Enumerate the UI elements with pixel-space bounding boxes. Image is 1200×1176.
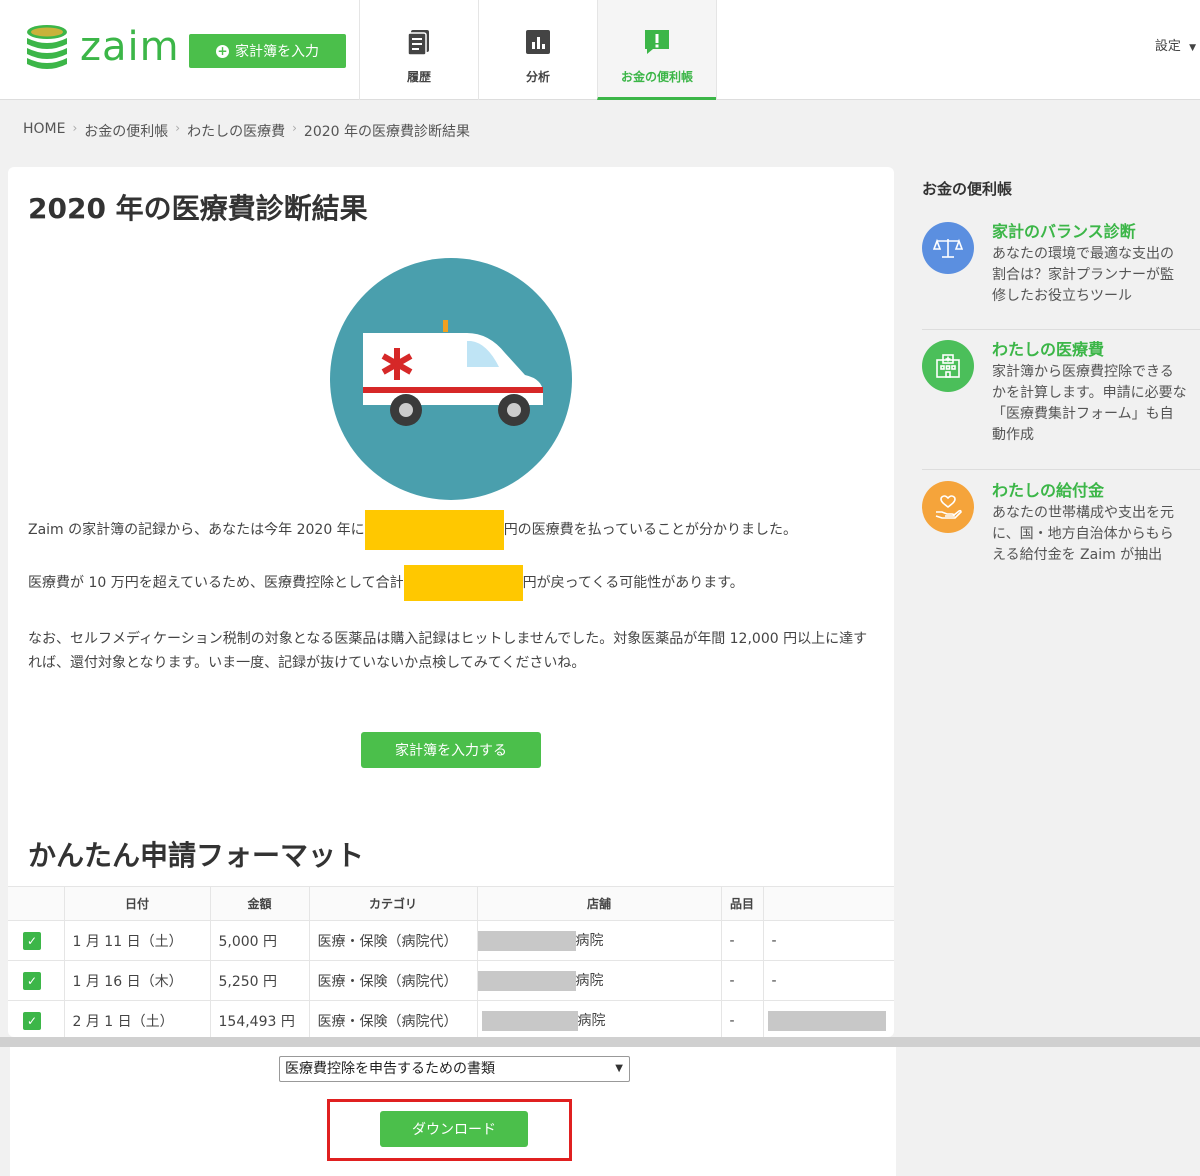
breadcrumb-home[interactable]: HOME	[23, 121, 65, 141]
settings-menu[interactable]: 設定 ▼	[1155, 35, 1196, 54]
table-row: ✓ 2 月 1 日（土） 154,493 円 医療・保険（病院代） 病院 -	[8, 1000, 894, 1037]
row-memo	[762, 1000, 894, 1037]
download-button[interactable]: ダウンロード	[380, 1111, 528, 1147]
redacted-store	[477, 971, 576, 991]
row-memo: -	[762, 960, 894, 1001]
sidebar-divider	[922, 329, 1200, 330]
zaim-logo[interactable]: zaim	[22, 22, 180, 72]
row-date: 2 月 1 日（土）	[63, 1000, 210, 1037]
header-store: 店舗	[476, 886, 721, 921]
document-type-value: 医療費控除を申告するための書類	[285, 1061, 495, 1077]
input-household-button[interactable]: + 家計簿を入力	[189, 34, 346, 68]
header-category: カテゴリ	[308, 886, 477, 921]
sidebar-item-benefits-desc: あなたの世帯構成や支出を元に、国・地方自治体からもらえる給付金を Zaim が抽…	[992, 505, 1174, 563]
row-memo: -	[762, 920, 894, 961]
chevron-right-icon: ›	[72, 121, 78, 135]
tab-history-label: 履歴	[406, 70, 431, 84]
row-store: 病院	[476, 920, 721, 961]
redacted-store	[481, 1011, 578, 1031]
tab-money-handbook-label: お金の便利帳	[620, 70, 693, 84]
main-card: 2020 年の医療費診断結果 Zaim の家計簿の記録から、あなたは今年 202…	[8, 167, 894, 1037]
row-amount: 154,493 円	[209, 1000, 309, 1037]
row-date: 1 月 11 日（土）	[63, 920, 210, 961]
redacted-store	[477, 931, 576, 951]
ambulance-illustration	[329, 257, 573, 501]
row-item: -	[720, 1000, 763, 1037]
sidebar-item-benefits-name: わたしの給付金	[992, 481, 1105, 500]
breadcrumb-money-handbook[interactable]: お金の便利帳	[84, 121, 168, 141]
row-store: 病院	[476, 1000, 721, 1037]
table-row: ✓ 1 月 16 日（木） 5,250 円 医療・保険（病院代） 病院 - -	[8, 960, 894, 1001]
sidebar-title: お金の便利帳	[922, 180, 1013, 198]
tab-analysis[interactable]: 分析	[478, 0, 597, 100]
result-paragraph-2: 医療費が 10 万円を超えているため、医療費控除として合計 円が戻ってくる可能性が…	[28, 565, 744, 601]
breadcrumb-my-medical[interactable]: わたしの医療費	[187, 121, 285, 141]
row-item: -	[720, 960, 763, 1001]
page-title: 2020 年の医療費診断結果	[28, 192, 368, 225]
result-paragraph-1: Zaim の家計簿の記録から、あなたは今年 2020 年に 円の医療費を払っている…	[28, 510, 797, 550]
balance-scale-icon	[922, 222, 974, 274]
header-memo	[762, 886, 894, 921]
check-icon[interactable]: ✓	[23, 931, 41, 950]
header-check	[8, 886, 64, 921]
check-icon[interactable]: ✓	[23, 971, 41, 990]
table-header-row: 日付 金額 カテゴリ 店舗 品目	[8, 886, 894, 921]
row-category: 医療・保険（病院代）	[308, 920, 477, 961]
records-table: 日付 金額 カテゴリ 店舗 品目 ✓ 1 月 11 日（土） 5,000 円 医…	[8, 886, 894, 1037]
document-type-select[interactable]: 医療費控除を申告するための書類 ▼	[279, 1056, 630, 1082]
plus-icon: +	[216, 43, 229, 58]
hospital-icon	[922, 340, 974, 392]
chevron-down-icon: ▼	[615, 1063, 623, 1074]
row-checkbox[interactable]: ✓	[8, 920, 64, 961]
breadcrumb: HOME › お金の便利帳 › わたしの医療費 › 2020 年の医療費診断結果	[23, 121, 470, 141]
chevron-right-icon: ›	[175, 121, 181, 135]
logo-text: zaim	[80, 24, 180, 70]
heart-hand-icon	[922, 481, 974, 533]
history-icon	[405, 28, 433, 56]
sidebar-divider	[922, 469, 1200, 470]
row-category: 医療・保険（病院代）	[308, 1000, 477, 1037]
input-household-button-2[interactable]: 家計簿を入力する	[361, 732, 541, 768]
breadcrumb-current: 2020 年の医療費診断結果	[303, 124, 471, 140]
header-item: 品目	[720, 886, 763, 921]
sidebar-item-balance-name: 家計のバランス診断	[992, 222, 1136, 241]
tab-analysis-label: 分析	[525, 70, 550, 84]
nav-divider	[716, 0, 717, 100]
notice-icon	[643, 28, 671, 56]
caret-down-icon: ▼	[1189, 43, 1196, 53]
header: zaim + 家計簿を入力 履歴 分析 お金の便利帳 設定 ▼	[0, 0, 1200, 100]
tab-history[interactable]: 履歴	[359, 0, 478, 100]
redacted-amount	[364, 510, 504, 550]
table-row: ✓ 1 月 11 日（土） 5,000 円 医療・保険（病院代） 病院 - -	[8, 920, 894, 961]
result-paragraph-3: なお、セルフメディケーション税制の対象となる医薬品は購入記録はヒットしませんでし…	[28, 631, 868, 671]
check-icon[interactable]: ✓	[23, 1011, 41, 1030]
row-amount: 5,250 円	[209, 960, 309, 1001]
chart-icon	[524, 28, 552, 56]
tab-money-handbook[interactable]: お金の便利帳	[597, 0, 716, 100]
header-date: 日付	[63, 886, 210, 921]
row-date: 1 月 16 日（木）	[63, 960, 210, 1001]
row-item: -	[720, 920, 763, 961]
form-title: かんたん申請フォーマット	[28, 839, 365, 872]
input-household-label: 家計簿を入力	[235, 44, 319, 60]
chevron-right-icon: ›	[292, 121, 297, 135]
sidebar-item-balance-desc: あなたの環境で最適な支出の割合は？家計プランナーが監修したお役立ちツール	[992, 246, 1174, 304]
settings-label: 設定	[1154, 39, 1181, 54]
redacted-memo	[767, 1010, 886, 1031]
header-amount: 金額	[209, 886, 309, 921]
scroll-divider	[0, 1037, 1200, 1047]
sidebar-item-medical-desc: 家計簿から医療費控除できるかを計算します。申請に必要な「医療費集計フォーム」も自…	[992, 364, 1187, 443]
coin-stack-icon	[22, 22, 72, 72]
redacted-refund	[403, 565, 523, 601]
row-category: 医療・保険（病院代）	[308, 960, 477, 1001]
row-amount: 5,000 円	[209, 920, 309, 961]
row-store: 病院	[476, 960, 721, 1001]
sidebar-item-medical-name: わたしの医療費	[992, 340, 1105, 359]
row-checkbox[interactable]: ✓	[8, 1000, 64, 1037]
row-checkbox[interactable]: ✓	[8, 960, 64, 1001]
